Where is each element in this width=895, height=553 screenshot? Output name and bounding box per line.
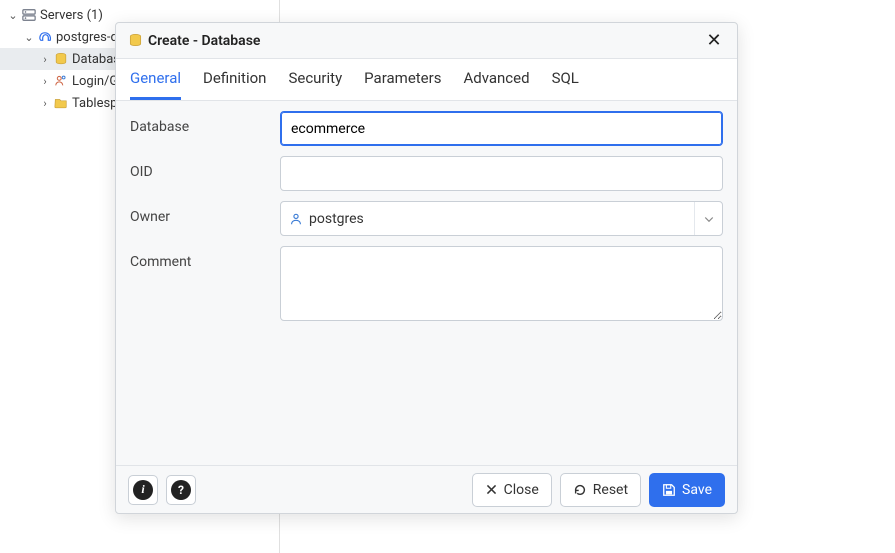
help-button[interactable]: ? <box>166 475 196 505</box>
dialog-footer: i ? Close Reset Save <box>116 465 737 513</box>
database-input[interactable] <box>280 111 723 146</box>
info-icon: i <box>133 480 153 500</box>
chevron-down-icon <box>694 202 722 235</box>
tab-parameters[interactable]: Parameters <box>364 59 441 100</box>
tab-sql[interactable]: SQL <box>552 59 579 100</box>
user-role-icon <box>52 74 70 88</box>
chevron-right-icon: › <box>38 75 52 88</box>
save-button[interactable]: Save <box>649 473 725 507</box>
chevron-down-icon: ⌄ <box>6 9 20 22</box>
tab-advanced[interactable]: Advanced <box>463 59 529 100</box>
database-icon <box>52 52 70 66</box>
servers-icon <box>20 8 38 22</box>
dialog-tabs: General Definition Security Parameters A… <box>116 59 737 101</box>
close-button[interactable]: Close <box>472 473 552 507</box>
dialog-header: Create - Database ✕ <box>116 23 737 59</box>
folder-icon <box>52 96 70 110</box>
tree-label: Databas <box>70 52 120 67</box>
tree-label: Servers (1) <box>38 8 103 23</box>
tree-label: Login/G <box>70 74 118 89</box>
label-database: Database <box>130 111 280 135</box>
elephant-icon <box>36 30 54 45</box>
chevron-right-icon: › <box>38 53 52 66</box>
label-comment: Comment <box>130 246 280 270</box>
close-icon <box>485 483 498 496</box>
field-comment: Comment <box>130 246 723 325</box>
label-owner: Owner <box>130 201 280 225</box>
reset-button[interactable]: Reset <box>560 473 641 507</box>
info-button[interactable]: i <box>128 475 158 505</box>
dialog-form: Database OID Owner postgres <box>116 101 737 465</box>
owner-value: postgres <box>309 211 364 227</box>
label-oid: OID <box>130 156 280 180</box>
user-icon <box>289 212 303 226</box>
reset-icon <box>573 483 587 497</box>
help-icon: ? <box>171 480 191 500</box>
tab-definition[interactable]: Definition <box>203 59 266 100</box>
owner-select[interactable]: postgres <box>280 201 723 236</box>
field-oid: OID <box>130 156 723 191</box>
field-database: Database <box>130 111 723 146</box>
save-icon <box>662 483 676 497</box>
tab-security[interactable]: Security <box>288 59 342 100</box>
close-label: Close <box>504 482 539 498</box>
close-icon[interactable]: ✕ <box>703 30 725 51</box>
oid-input[interactable] <box>280 156 723 191</box>
database-icon <box>128 33 148 48</box>
create-database-dialog: Create - Database ✕ General Definition S… <box>115 22 738 514</box>
tree-label: postgres-d <box>54 30 118 45</box>
save-label: Save <box>682 482 712 498</box>
tree-label: Tablesp <box>70 96 117 111</box>
field-owner: Owner postgres <box>130 201 723 236</box>
reset-label: Reset <box>593 482 628 498</box>
chevron-right-icon: › <box>38 97 52 110</box>
tab-general[interactable]: General <box>130 59 181 100</box>
chevron-down-icon: ⌄ <box>22 31 36 44</box>
comment-input[interactable] <box>280 246 723 321</box>
dialog-title: Create - Database <box>148 33 260 49</box>
